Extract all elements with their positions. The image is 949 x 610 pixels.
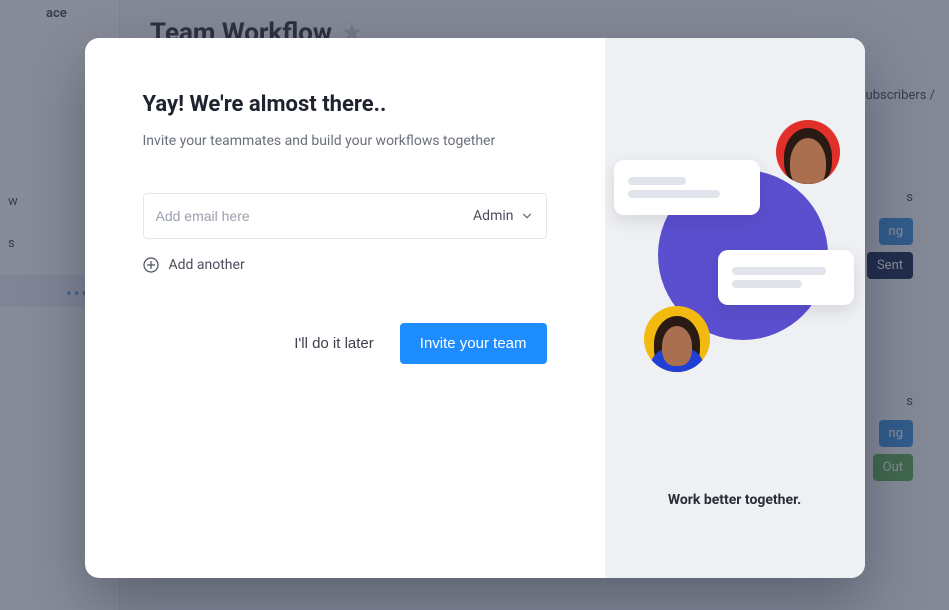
right-panel-tagline: Work better together. <box>668 492 801 508</box>
later-button[interactable]: I'll do it later <box>294 335 374 352</box>
email-input-row: Admin <box>143 193 547 239</box>
role-select-label: Admin <box>473 208 513 224</box>
chat-line <box>732 280 802 288</box>
invite-team-modal: Yay! We're almost there.. Invite your te… <box>85 38 865 578</box>
modal-left-panel: Yay! We're almost there.. Invite your te… <box>85 38 605 578</box>
modal-subtitle: Invite your teammates and build your wor… <box>143 133 547 149</box>
chat-bubble-1 <box>614 160 760 215</box>
chat-line <box>732 267 826 275</box>
avatar-yellow <box>644 306 710 372</box>
plus-circle-icon <box>143 257 159 273</box>
chat-line <box>628 190 720 198</box>
avatar-red <box>776 120 840 184</box>
modal-overlay[interactable]: Yay! We're almost there.. Invite your te… <box>0 0 949 610</box>
chevron-down-icon <box>522 211 532 221</box>
add-another-button[interactable]: Add another <box>143 257 245 273</box>
chat-bubble-2 <box>718 250 854 305</box>
modal-actions: I'll do it later Invite your team <box>143 323 547 364</box>
email-input[interactable] <box>156 208 472 224</box>
add-another-label: Add another <box>169 257 245 273</box>
role-select[interactable]: Admin <box>471 204 533 228</box>
modal-title: Yay! We're almost there.. <box>143 92 547 117</box>
modal-right-panel: Work better together. <box>605 38 865 578</box>
invite-team-button[interactable]: Invite your team <box>400 323 547 364</box>
illustration <box>620 114 850 394</box>
chat-line <box>628 177 686 185</box>
